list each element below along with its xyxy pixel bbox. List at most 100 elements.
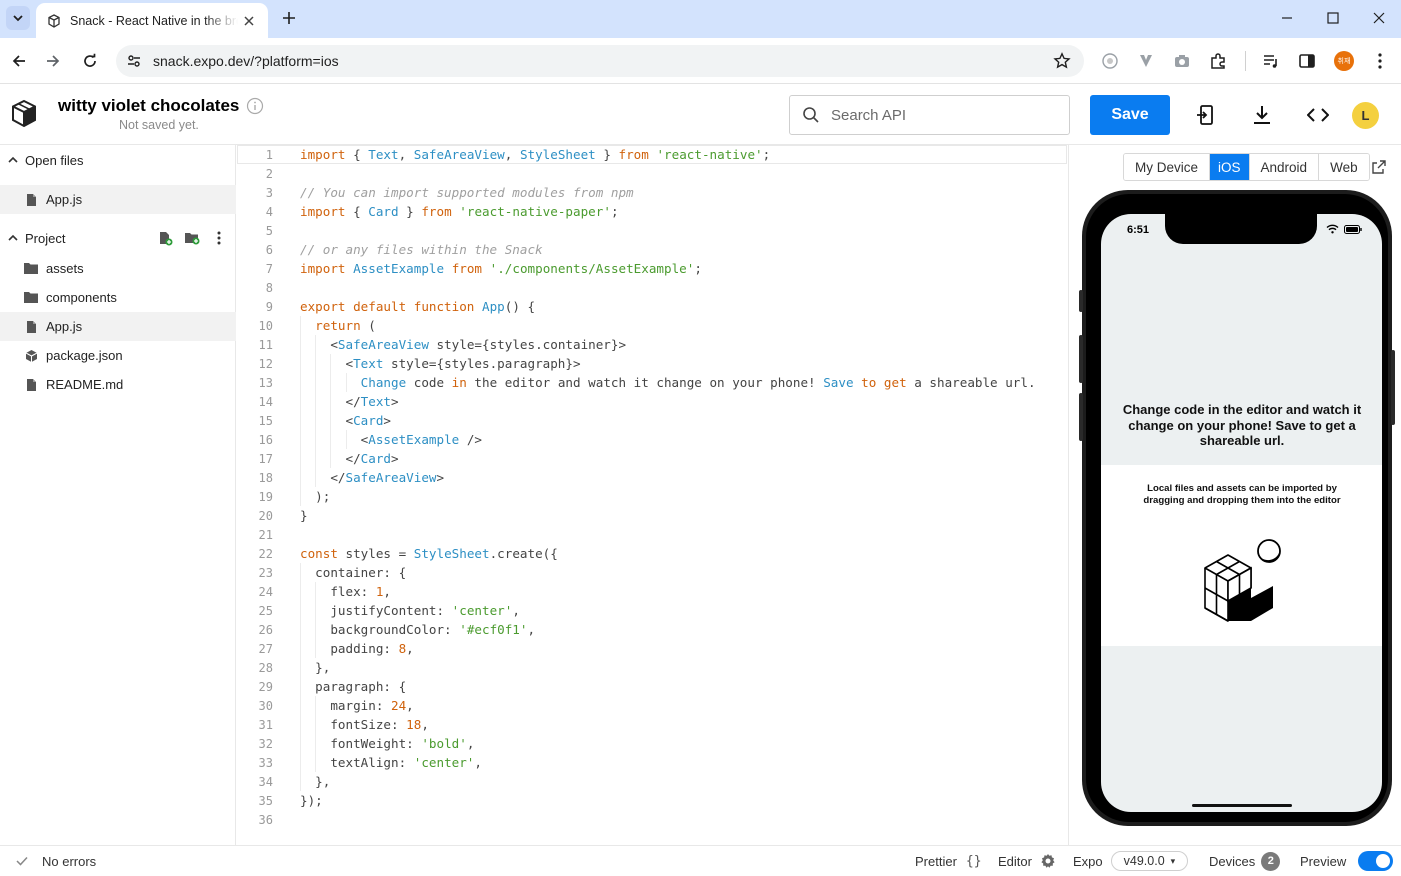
code-line[interactable]: 23 container: { xyxy=(237,563,1068,582)
code-line[interactable]: 4 import { Card } from 'react-native-pape… xyxy=(237,202,1068,221)
project-item-label: README.md xyxy=(46,377,124,392)
code-token: from xyxy=(421,204,452,219)
code-line[interactable]: 9 export default function App() { xyxy=(237,297,1068,316)
code-line[interactable]: 15 <Card> xyxy=(237,411,1068,430)
code-line[interactable]: 32 fontWeight: 'bold', xyxy=(237,734,1068,753)
code-line[interactable]: 2 xyxy=(237,164,1068,183)
forward-button[interactable] xyxy=(38,46,68,76)
code-line[interactable]: 34 }, xyxy=(237,772,1068,791)
code-text: ); xyxy=(300,489,330,504)
code-line[interactable]: 13 Change code in the editor and watch i… xyxy=(237,373,1068,392)
code-editor[interactable]: 1 import { Text, SafeAreaView, StyleSheet… xyxy=(237,145,1069,845)
tab-search-button[interactable] xyxy=(6,6,30,30)
code-line[interactable]: 18 </SafeAreaView> xyxy=(237,468,1068,487)
line-number: 28 xyxy=(258,660,273,675)
code-line[interactable]: 31 fontSize: 18, xyxy=(237,715,1068,734)
new-file-icon[interactable] xyxy=(154,227,176,249)
user-avatar[interactable]: L xyxy=(1352,102,1379,129)
more-options-icon[interactable] xyxy=(208,227,230,249)
code-line[interactable]: 33 textAlign: 'center', xyxy=(237,753,1068,772)
open-in-app-icon[interactable] xyxy=(1193,102,1219,128)
project-item-package-json[interactable]: package.json xyxy=(0,341,236,370)
code-line[interactable]: 36 xyxy=(237,810,1068,829)
side-panel-icon[interactable] xyxy=(1292,46,1322,76)
error-status[interactable]: No errors xyxy=(16,846,96,876)
code-line[interactable]: 17 </Card> xyxy=(237,449,1068,468)
code-line[interactable]: 35}); xyxy=(237,791,1068,810)
line-number: 2 xyxy=(265,166,273,181)
devices-button[interactable]: Devices 2 xyxy=(1209,846,1281,876)
sdk-version-select[interactable]: v49.0.0 ▾ xyxy=(1110,851,1189,871)
save-button[interactable]: Save xyxy=(1090,95,1170,135)
info-icon[interactable] xyxy=(246,97,264,115)
code-line[interactable]: 14 </Text> xyxy=(237,392,1068,411)
open-file-app-js[interactable]: App.js xyxy=(0,185,236,214)
new-tab-button[interactable] xyxy=(278,7,300,29)
code-line[interactable]: 7 import AssetExample from './components/… xyxy=(237,259,1068,278)
maximize-button[interactable] xyxy=(1310,0,1356,36)
code-text: margin: 24, xyxy=(300,698,413,713)
bookmark-star-icon[interactable] xyxy=(1052,51,1072,71)
camera-extension-icon[interactable] xyxy=(1167,46,1197,76)
code-line[interactable]: 22 const styles = StyleSheet.create({ xyxy=(237,544,1068,563)
code-line[interactable]: 20} xyxy=(237,506,1068,525)
media-controls-icon[interactable] xyxy=(1256,46,1286,76)
extension-2-icon[interactable] xyxy=(1131,46,1161,76)
editor-settings[interactable]: Editor xyxy=(998,846,1056,876)
project-item-components[interactable]: components xyxy=(0,283,236,312)
code-line[interactable]: 11 <SafeAreaView style={styles.container… xyxy=(237,335,1068,354)
prettier-toggle[interactable]: Prettier {} xyxy=(915,846,982,876)
minimize-button[interactable] xyxy=(1264,0,1310,36)
code-line[interactable]: 16 <AssetExample /> xyxy=(237,430,1068,449)
tab-my-device[interactable]: My Device xyxy=(1124,154,1211,180)
code-line[interactable]: 30 margin: 24, xyxy=(237,696,1068,715)
code-line[interactable]: 10 return ( xyxy=(237,316,1068,335)
tab-ios[interactable]: iOS xyxy=(1210,154,1250,180)
browser-tab-active[interactable]: Snack - React Native in the browser xyxy=(36,3,268,38)
code-line[interactable]: 12 <Text style={styles.paragraph}> xyxy=(237,354,1068,373)
download-icon[interactable] xyxy=(1249,102,1275,128)
tab-web[interactable]: Web xyxy=(1319,154,1369,180)
code-token: </ xyxy=(300,394,361,409)
site-settings-icon[interactable] xyxy=(124,51,144,71)
code-line[interactable]: 25 justifyContent: 'center', xyxy=(237,601,1068,620)
device-preview-pane: My Device iOS Android Web 6:51 Change co… xyxy=(1070,145,1401,845)
tab-close-icon[interactable] xyxy=(240,12,258,30)
code-line[interactable]: 21 xyxy=(237,525,1068,544)
extension-1-icon[interactable] xyxy=(1095,46,1125,76)
code-line[interactable]: 1 import { Text, SafeAreaView, StyleSheet… xyxy=(237,145,1067,164)
code-line[interactable]: 5 xyxy=(237,221,1068,240)
code-line[interactable]: 26 backgroundColor: '#ecf0f1', xyxy=(237,620,1068,639)
search-api-box[interactable] xyxy=(789,95,1070,135)
snack-logo-icon[interactable] xyxy=(10,99,38,129)
close-window-button[interactable] xyxy=(1356,0,1401,36)
browser-menu-icon[interactable] xyxy=(1365,46,1395,76)
project-item-app-js[interactable]: App.js xyxy=(0,312,236,341)
reload-button[interactable] xyxy=(75,46,105,76)
profile-avatar[interactable]: 취재 xyxy=(1329,46,1359,76)
phone-screen[interactable]: 6:51 Change code in the editor and watch… xyxy=(1101,214,1382,812)
search-api-input[interactable] xyxy=(831,106,1051,124)
code-line[interactable]: 8 xyxy=(237,278,1068,297)
open-files-section-header[interactable]: Open files xyxy=(0,145,236,175)
code-line[interactable]: 24 flex: 1, xyxy=(237,582,1068,601)
code-line[interactable]: 3 // You can import supported modules fro… xyxy=(237,183,1068,202)
new-folder-icon[interactable] xyxy=(181,227,203,249)
code-line[interactable]: 6 // or any files within the Snack xyxy=(237,240,1068,259)
tab-android[interactable]: Android xyxy=(1249,154,1320,180)
code-line[interactable]: 28 }, xyxy=(237,658,1068,677)
back-button[interactable] xyxy=(4,46,34,76)
preview-toggle[interactable] xyxy=(1358,851,1394,871)
project-item-assets[interactable]: assets xyxy=(0,254,236,283)
snack-name[interactable]: witty violet chocolates xyxy=(58,96,239,116)
code-line[interactable]: 19 ); xyxy=(237,487,1068,506)
gear-icon xyxy=(1041,854,1055,868)
project-item-readme[interactable]: README.md xyxy=(0,370,236,399)
code-text: </Text> xyxy=(300,394,398,409)
popout-icon[interactable] xyxy=(1369,157,1389,177)
code-line[interactable]: 29 paragraph: { xyxy=(237,677,1068,696)
code-line[interactable]: 27 padding: 8, xyxy=(237,639,1068,658)
address-bar[interactable]: snack.expo.dev/?platform=ios xyxy=(116,45,1084,77)
embed-code-icon[interactable] xyxy=(1305,102,1331,128)
extensions-puzzle-icon[interactable] xyxy=(1203,46,1233,76)
